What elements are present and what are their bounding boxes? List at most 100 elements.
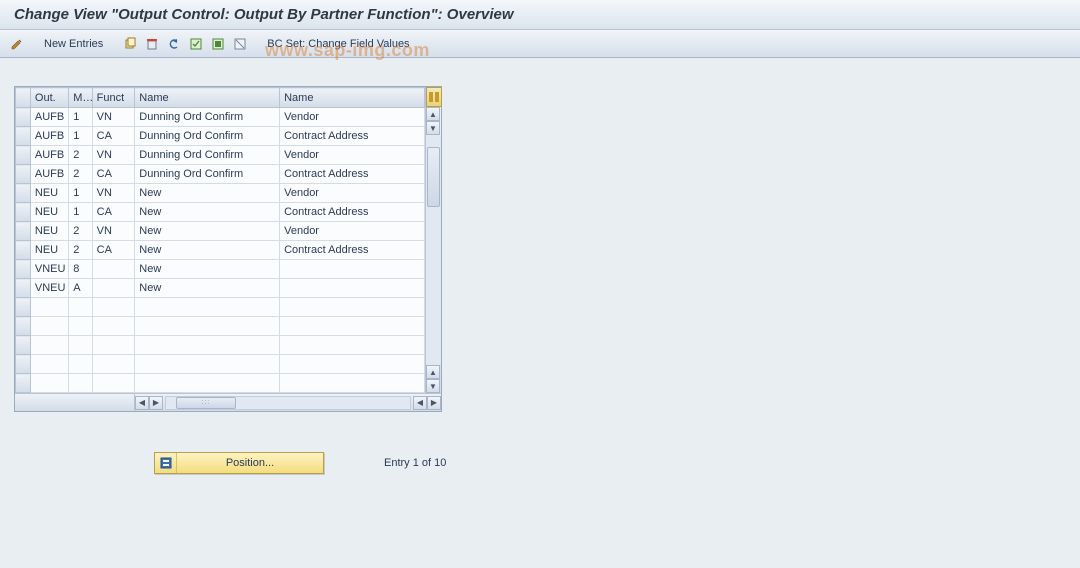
table-row[interactable]: NEU2CANewContract Address — [16, 241, 425, 260]
col-header-funct[interactable]: Funct — [92, 88, 135, 108]
cell-m[interactable]: 2 — [69, 146, 92, 165]
cell-name1[interactable] — [135, 317, 280, 336]
horizontal-scrollbar[interactable]: ◀ ▶ ::: ◀ ▶ — [15, 393, 441, 411]
cell-m[interactable] — [69, 317, 92, 336]
cell-out[interactable]: AUFB — [30, 127, 68, 146]
cell-name1[interactable]: New — [135, 203, 280, 222]
hscroll-thumb[interactable]: ::: — [176, 397, 236, 409]
scroll-down-small-icon[interactable]: ▼ — [426, 121, 440, 135]
configure-columns-icon[interactable] — [426, 87, 442, 107]
cell-name1[interactable]: New — [135, 241, 280, 260]
cell-funct[interactable]: CA — [92, 241, 135, 260]
table-row[interactable]: VNEUANew — [16, 279, 425, 298]
cell-funct[interactable]: VN — [92, 108, 135, 127]
cell-name1[interactable]: New — [135, 279, 280, 298]
cell-out[interactable] — [30, 355, 68, 374]
cell-name2[interactable]: Contract Address — [280, 127, 425, 146]
col-header-name1[interactable]: Name — [135, 88, 280, 108]
cell-out[interactable] — [30, 317, 68, 336]
undo-icon[interactable] — [165, 35, 183, 53]
copy-icon[interactable] — [121, 35, 139, 53]
row-selector[interactable] — [16, 279, 31, 298]
table-row[interactable]: NEU2VNNewVendor — [16, 222, 425, 241]
table-row[interactable]: VNEU8 New — [16, 260, 425, 279]
scroll-thumb[interactable] — [427, 147, 440, 207]
cell-name2[interactable]: Contract Address — [280, 203, 425, 222]
cell-funct[interactable] — [92, 336, 135, 355]
cell-out[interactable]: NEU — [30, 184, 68, 203]
table-row[interactable] — [16, 317, 425, 336]
cell-out[interactable]: NEU — [30, 203, 68, 222]
table-row[interactable] — [16, 355, 425, 374]
vertical-scrollbar[interactable]: ▲ ▼ ▲ ▼ — [425, 87, 441, 393]
cell-name2[interactable]: Vendor — [280, 108, 425, 127]
row-selector[interactable] — [16, 260, 31, 279]
table-row[interactable]: NEU1CANewContract Address — [16, 203, 425, 222]
cell-m[interactable] — [69, 355, 92, 374]
cell-out[interactable]: AUFB — [30, 165, 68, 184]
cell-funct[interactable] — [92, 317, 135, 336]
cell-name1[interactable] — [135, 355, 280, 374]
table-row[interactable] — [16, 374, 425, 393]
cell-name2[interactable] — [280, 260, 425, 279]
cell-name2[interactable]: Vendor — [280, 222, 425, 241]
row-selector[interactable] — [16, 222, 31, 241]
table-row[interactable] — [16, 298, 425, 317]
table-row[interactable] — [16, 336, 425, 355]
cell-funct[interactable]: CA — [92, 165, 135, 184]
cell-name1[interactable]: Dunning Ord Confirm — [135, 165, 280, 184]
scroll-track[interactable] — [426, 135, 441, 365]
cell-out[interactable]: VNEU — [30, 260, 68, 279]
cell-name1[interactable] — [135, 374, 280, 393]
cell-m[interactable]: 8 — [69, 260, 92, 279]
table-row[interactable]: AUFB1CADunning Ord ConfirmContract Addre… — [16, 127, 425, 146]
cell-name2[interactable] — [280, 317, 425, 336]
cell-funct[interactable]: VN — [92, 146, 135, 165]
cell-funct[interactable] — [92, 279, 135, 298]
cell-name2[interactable] — [280, 298, 425, 317]
deselect-all-icon[interactable] — [231, 35, 249, 53]
cell-funct[interactable]: CA — [92, 127, 135, 146]
cell-out[interactable]: AUFB — [30, 108, 68, 127]
scroll-right-icon[interactable]: ▶ — [427, 396, 441, 410]
scroll-down-icon[interactable]: ▼ — [426, 379, 440, 393]
bc-set-button[interactable]: BC Set: Change Field Values — [263, 38, 413, 50]
scroll-left-icon[interactable]: ◀ — [135, 396, 149, 410]
hscroll-track[interactable]: ::: — [165, 396, 411, 410]
scroll-right-small-icon[interactable]: ▶ — [149, 396, 163, 410]
table-row[interactable]: AUFB2VNDunning Ord ConfirmVendor — [16, 146, 425, 165]
new-entries-button[interactable]: New Entries — [40, 38, 107, 50]
cell-funct[interactable]: VN — [92, 184, 135, 203]
cell-funct[interactable] — [92, 355, 135, 374]
cell-m[interactable]: 2 — [69, 222, 92, 241]
table-row[interactable]: AUFB2CADunning Ord ConfirmContract Addre… — [16, 165, 425, 184]
row-selector[interactable] — [16, 127, 31, 146]
cell-funct[interactable]: CA — [92, 203, 135, 222]
cell-name2[interactable] — [280, 336, 425, 355]
cell-m[interactable] — [69, 374, 92, 393]
cell-name1[interactable]: Dunning Ord Confirm — [135, 146, 280, 165]
scroll-up-small-icon[interactable]: ▲ — [426, 365, 440, 379]
row-selector[interactable] — [16, 108, 31, 127]
cell-out[interactable]: NEU — [30, 241, 68, 260]
cell-name2[interactable] — [280, 279, 425, 298]
cell-name1[interactable] — [135, 298, 280, 317]
cell-name2[interactable]: Contract Address — [280, 241, 425, 260]
cell-out[interactable] — [30, 298, 68, 317]
cell-funct[interactable]: VN — [92, 222, 135, 241]
table-row[interactable]: AUFB1VNDunning Ord ConfirmVendor — [16, 108, 425, 127]
cell-m[interactable]: 2 — [69, 165, 92, 184]
row-selector[interactable] — [16, 317, 31, 336]
cell-funct[interactable] — [92, 374, 135, 393]
cell-name2[interactable] — [280, 355, 425, 374]
scroll-up-icon[interactable]: ▲ — [426, 107, 440, 121]
row-selector[interactable] — [16, 241, 31, 260]
cell-name1[interactable]: New — [135, 260, 280, 279]
cell-m[interactable]: 1 — [69, 108, 92, 127]
row-selector[interactable] — [16, 165, 31, 184]
row-selector[interactable] — [16, 203, 31, 222]
cell-m[interactable]: 2 — [69, 241, 92, 260]
row-selector[interactable] — [16, 374, 31, 393]
select-all-icon[interactable] — [187, 35, 205, 53]
cell-m[interactable]: A — [69, 279, 92, 298]
